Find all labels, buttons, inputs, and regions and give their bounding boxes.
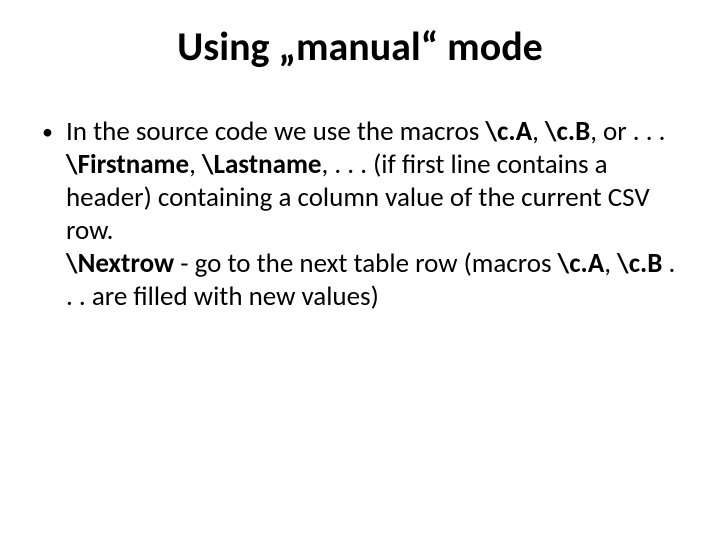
bullet-item: • In the source code we use the macros \… bbox=[42, 116, 678, 314]
text-run: , bbox=[532, 115, 545, 148]
text-run: - go to the next table row (macros bbox=[174, 247, 557, 280]
slide-title: Using „manual“ mode bbox=[0, 22, 720, 71]
macro-cA: \c.A bbox=[485, 115, 532, 148]
macro-firstname: \Firstname bbox=[66, 148, 189, 181]
macro-cA-2: \c.A bbox=[558, 247, 605, 280]
text-run: , bbox=[604, 247, 617, 280]
text-run: In the source code we use the macros bbox=[66, 115, 485, 148]
bullet-text: In the source code we use the macros \c.… bbox=[66, 116, 678, 314]
macro-cB-2: \c.B bbox=[617, 247, 662, 280]
macro-nextrow: \Nextrow bbox=[66, 247, 174, 280]
text-run: , bbox=[189, 148, 202, 181]
macro-cB: \c.B bbox=[545, 115, 590, 148]
slide-body: • In the source code we use the macros \… bbox=[42, 116, 678, 314]
macro-lastname: \Lastname bbox=[202, 148, 322, 181]
text-run: , or . . . bbox=[590, 115, 665, 148]
bullet-marker: • bbox=[42, 116, 66, 148]
slide: Using „manual“ mode • In the source code… bbox=[0, 0, 720, 540]
